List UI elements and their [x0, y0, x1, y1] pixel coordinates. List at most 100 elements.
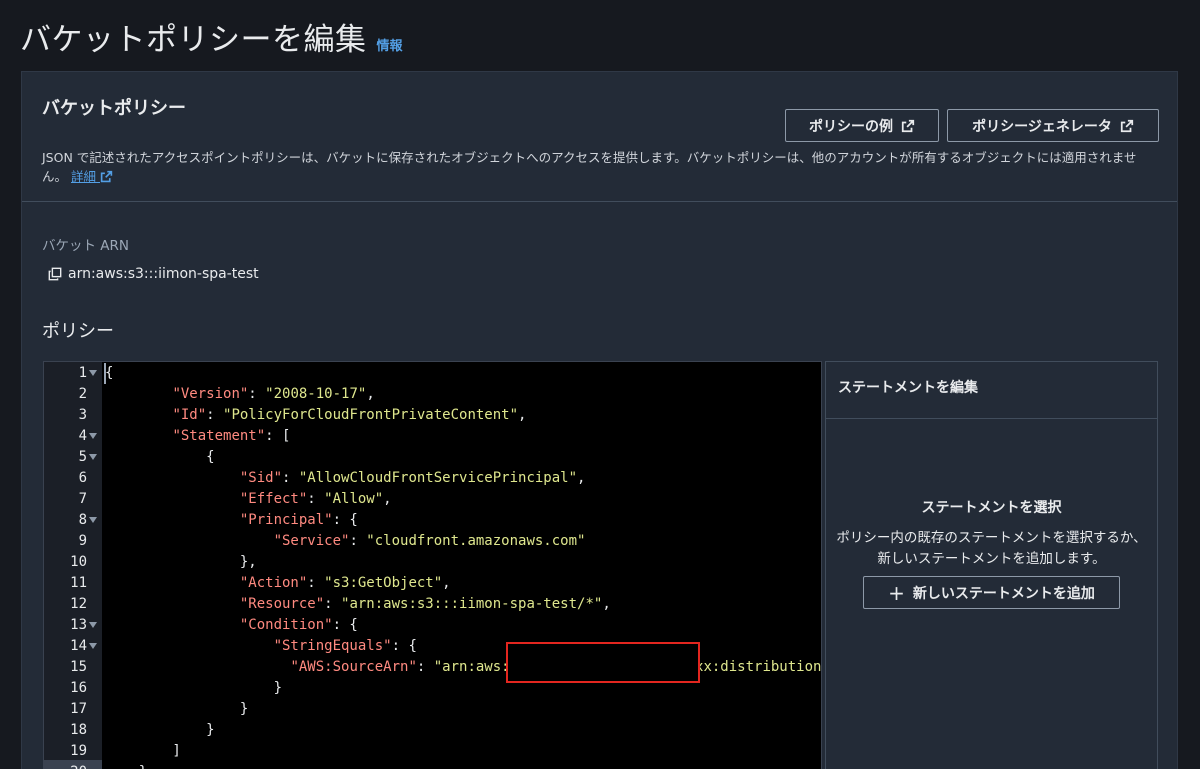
description-text: JSON で記述されたアクセスポイントポリシーは、バケットに保存されたオブジェク…	[42, 150, 1137, 184]
code-text: {	[105, 363, 113, 384]
json-key: "Condition"	[239, 617, 333, 633]
code-text: {	[105, 447, 215, 468]
text-cursor	[104, 363, 106, 384]
line-number: 18	[70, 722, 87, 738]
code-line: 1{	[44, 363, 821, 384]
fold-arrow-icon[interactable]	[89, 433, 97, 439]
json-string: "Allow"	[324, 491, 384, 507]
code-line: 14 "StringEquals": {	[44, 636, 821, 657]
json-punct: :	[349, 533, 367, 549]
bucket-arn-label: バケット ARN	[42, 238, 130, 254]
plus-icon: +	[888, 580, 905, 605]
line-number: 16	[70, 680, 87, 696]
json-punct: : [	[265, 428, 291, 444]
json-punct: ,	[602, 596, 611, 612]
code-line: 16 }	[44, 678, 821, 699]
json-punct	[105, 386, 172, 402]
code-line: 18 }	[44, 720, 821, 741]
fold-arrow-icon[interactable]	[89, 517, 97, 523]
code-line: 9 "Service": "cloudfront.amazonaws.com"	[44, 531, 821, 552]
json-punct	[105, 512, 240, 528]
policy-example-button[interactable]: ポリシーの例	[785, 109, 939, 142]
json-key: "Id"	[172, 407, 207, 423]
json-punct	[105, 659, 290, 675]
bucket-policy-panel: バケットポリシー ポリシーの例 ポリシージェネレータ JSON で記述されたアク…	[21, 71, 1178, 769]
line-number: 5	[78, 449, 87, 465]
json-key: "StringEquals"	[273, 638, 392, 654]
policy-json-editor[interactable]: 1{2 "Version": "2008-10-17", 3 "Id": "Pol…	[43, 361, 822, 769]
json-string: "AllowCloudFrontServicePrincipal"	[298, 470, 578, 486]
code-text: "Id": "PolicyForCloudFrontPrivateContent…	[105, 405, 526, 426]
fold-arrow-icon[interactable]	[89, 622, 97, 628]
page-title-row: バケットポリシーを編集 情報	[20, 14, 403, 59]
line-number: 8	[78, 512, 87, 528]
panel-description: JSON で記述されたアクセスポイントポリシーは、バケットに保存されたオブジェク…	[42, 148, 1152, 186]
json-punct: : {	[391, 638, 417, 654]
json-string: "cloudfront.amazonaws.com"	[366, 533, 586, 549]
code-text: "Statement": [	[105, 426, 290, 447]
json-string: "PolicyForCloudFrontPrivateContent"	[223, 407, 519, 423]
json-punct	[105, 428, 172, 444]
policy-generator-button[interactable]: ポリシージェネレータ	[947, 109, 1159, 142]
bucket-arn-row: arn:aws:s3:::iimon-spa-test	[48, 266, 259, 282]
redaction-box	[506, 642, 700, 683]
json-string: "2008-10-17"	[265, 386, 367, 402]
json-punct: :	[307, 491, 325, 507]
line-number: 14	[70, 638, 87, 654]
policy-generator-label: ポリシージェネレータ	[972, 118, 1112, 135]
json-punct: }	[105, 722, 215, 738]
json-key: "AWS:SourceArn"	[290, 659, 417, 675]
code-text: "Principal": {	[105, 510, 358, 531]
json-string: "arn:aws:s3:::iimon-spa-test/*"	[341, 596, 603, 612]
edit-statement-panel: ステートメントを編集 ステートメントを選択 ポリシー内の既存のステートメントを選…	[825, 361, 1158, 769]
json-punct: {	[105, 449, 215, 465]
fold-arrow-icon[interactable]	[89, 643, 97, 649]
json-punct: :	[324, 596, 342, 612]
line-number: 3	[78, 407, 87, 423]
json-punct: :	[206, 407, 224, 423]
json-punct	[105, 491, 240, 507]
json-key: "Action"	[239, 575, 308, 591]
external-link-icon	[1120, 119, 1133, 132]
code-line: 20 }	[44, 762, 821, 769]
code-text: "Version": "2008-10-17",	[105, 384, 374, 405]
line-number: 13	[70, 617, 87, 633]
code-text: "Sid": "AllowCloudFrontServicePrincipal"…	[105, 468, 586, 489]
json-key: "Effect"	[239, 491, 308, 507]
json-punct: ,	[442, 575, 451, 591]
json-punct: :	[248, 386, 266, 402]
json-punct	[105, 575, 240, 591]
json-punct: : {	[332, 512, 358, 528]
add-statement-button[interactable]: + 新しいステートメントを追加	[863, 576, 1120, 609]
panel-title: バケットポリシー	[42, 98, 186, 119]
info-link[interactable]: 情報	[377, 35, 403, 54]
line-number: 6	[78, 470, 87, 486]
json-punct	[105, 470, 240, 486]
line-number: 12	[70, 596, 87, 612]
code-text: "Resource": "arn:aws:s3:::iimon-spa-test…	[105, 594, 611, 615]
json-punct	[105, 533, 274, 549]
copy-icon[interactable]	[48, 267, 62, 281]
fold-arrow-icon[interactable]	[89, 454, 97, 460]
code-line: 5 {	[44, 447, 821, 468]
code-line: 11 "Action": "s3:GetObject",	[44, 573, 821, 594]
code-text: "Service": "cloudfront.amazonaws.com"	[105, 531, 586, 552]
details-link-label: 詳細	[71, 169, 97, 184]
code-text: "Action": "s3:GetObject",	[105, 573, 451, 594]
code-line: 8 "Principal": {	[44, 510, 821, 531]
code-line: 6 "Sid": "AllowCloudFrontServicePrincipa…	[44, 468, 821, 489]
panel-header: バケットポリシー ポリシーの例 ポリシージェネレータ JSON で記述されたアク…	[22, 72, 1177, 202]
json-punct: : {	[332, 617, 358, 633]
code-text: "AWS:SourceArn": "arn:aws:cloudfront::xx…	[105, 657, 821, 678]
code-line: 13 "Condition": {	[44, 615, 821, 636]
code-line: 4 "Statement": [	[44, 426, 821, 447]
code-line: 7 "Effect": "Allow",	[44, 489, 821, 510]
code-line: 15 "AWS:SourceArn": "arn:aws:cloudfront:…	[44, 657, 821, 678]
json-punct: },	[105, 554, 257, 570]
json-punct	[105, 617, 240, 633]
details-link[interactable]: 詳細	[71, 169, 113, 184]
external-link-icon	[100, 170, 113, 183]
json-key: "Version"	[172, 386, 249, 402]
policy-example-label: ポリシーの例	[809, 118, 893, 135]
fold-arrow-icon[interactable]	[89, 370, 97, 376]
